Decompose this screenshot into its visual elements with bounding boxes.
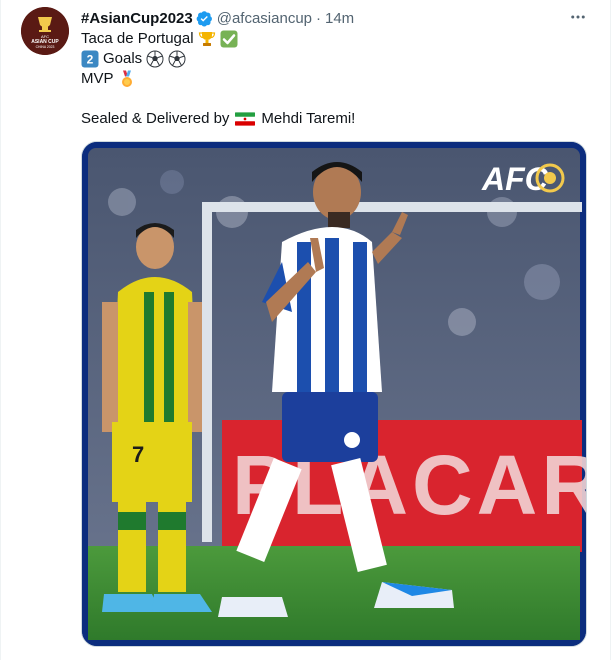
soccer-ball-icon bbox=[168, 50, 186, 68]
tweet-card[interactable]: AFC ASIAN CUP CHINA 2023 #AsianCup2023 @… bbox=[0, 0, 611, 660]
avatar[interactable]: AFC ASIAN CUP CHINA 2023 bbox=[21, 7, 69, 55]
tweet-line-credit: Sealed & Delivered by Mehdi Taremi! bbox=[81, 109, 581, 129]
tweet-line-goals: 2 Goals bbox=[81, 49, 581, 69]
keycap-two-icon: 2 bbox=[81, 50, 99, 68]
separator-dot: · bbox=[316, 9, 321, 27]
tweet-media-photo[interactable]: PLACARD 7 bbox=[81, 141, 587, 647]
soccer-ball-icon bbox=[146, 50, 164, 68]
tweet-timestamp[interactable]: 14m bbox=[325, 10, 354, 27]
more-horizontal-icon bbox=[571, 15, 585, 19]
tweet-line-cup: Taca de Portugal bbox=[81, 29, 581, 49]
goals-label: Goals bbox=[103, 50, 143, 67]
credit-player: Mehdi Taremi! bbox=[261, 110, 356, 127]
check-mark-button-icon bbox=[220, 30, 238, 48]
keycap-number: 2 bbox=[87, 53, 94, 67]
cup-name: Taca de Portugal bbox=[81, 30, 194, 47]
goal-post bbox=[202, 202, 212, 542]
afc-watermark-logo: AFC bbox=[481, 161, 565, 197]
account-handle[interactable]: @afcasiancup bbox=[217, 10, 312, 27]
mvp-label: MVP bbox=[81, 70, 114, 87]
tweet-header: #AsianCup2023 @afcasiancup · 14m bbox=[81, 8, 354, 28]
more-options-button[interactable] bbox=[566, 6, 590, 28]
tweet-line-mvp: MVP bbox=[81, 69, 581, 89]
tweet-text: Taca de Portugal 2 Goals MVP Sealed & De… bbox=[81, 29, 581, 129]
credit-prefix: Sealed & Delivered by bbox=[81, 110, 230, 127]
goal-crossbar bbox=[202, 202, 582, 212]
trophy-icon bbox=[198, 32, 215, 46]
verified-badge-icon bbox=[196, 10, 212, 27]
medal-icon bbox=[121, 70, 132, 87]
display-name[interactable]: #AsianCup2023 bbox=[81, 10, 193, 27]
avatar-text-3: CHINA 2023 bbox=[36, 45, 55, 49]
afc-asian-cup-logo-icon: AFC ASIAN CUP CHINA 2023 bbox=[21, 7, 69, 55]
player-left-number: 7 bbox=[132, 442, 144, 467]
iran-flag-icon bbox=[235, 112, 256, 126]
match-photo: PLACARD 7 bbox=[82, 142, 586, 646]
